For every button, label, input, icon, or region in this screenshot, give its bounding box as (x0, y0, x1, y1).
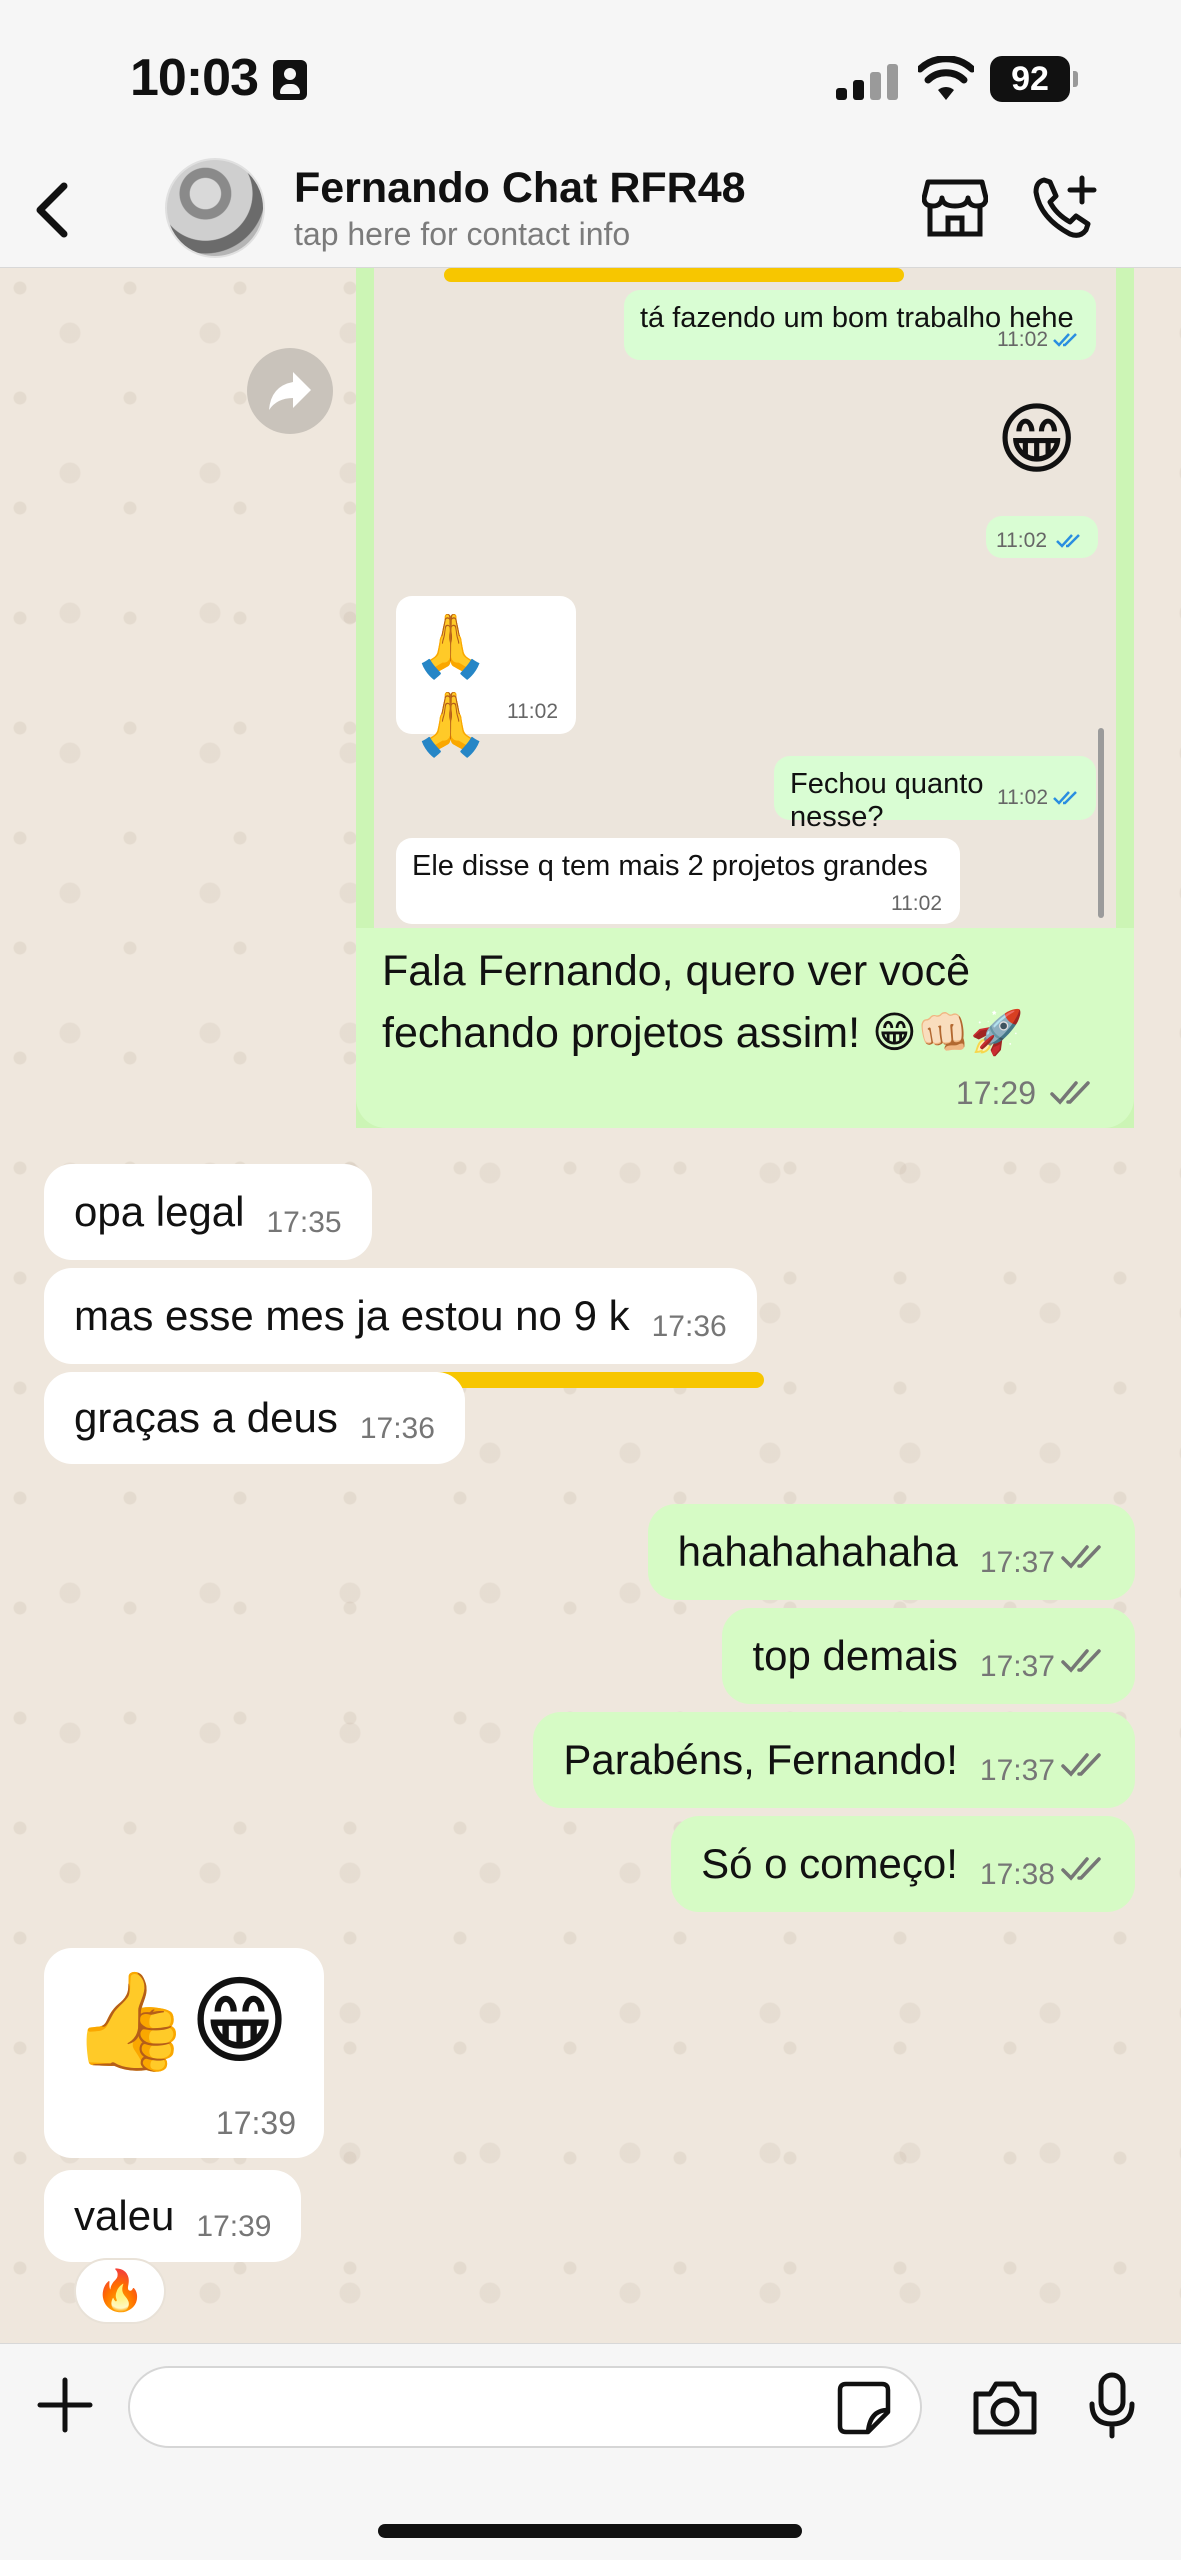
read-ticks-icon (1053, 333, 1077, 347)
message-text: Parabéns, Fernando! (563, 1736, 958, 1783)
quoted-message: Ele disse q tem mais 2 projetos grandes … (396, 838, 960, 924)
quoted-message: 🙏🙏 11:02 (396, 596, 576, 759)
message-bubble-incoming[interactable]: valeu 17:39 (44, 2170, 302, 2262)
message-text: Só o começo! (701, 1840, 958, 1887)
message-time: 17:37 (979, 1754, 1055, 1787)
sticker-icon[interactable] (836, 2380, 892, 2436)
screenshot-content: tá fazendo um bom trabalho hehe 11:02 😁 … (374, 268, 1116, 928)
battery-indicator: 92 (990, 56, 1078, 102)
contact-info-hint[interactable]: tap here for contact info (294, 216, 630, 253)
read-ticks-icon (1061, 1545, 1101, 1569)
chat-area[interactable]: tá fazendo um bom trabalho hehe 11:02 😁 … (0, 268, 1181, 2343)
home-indicator[interactable] (378, 2524, 802, 2538)
scrollbar (1098, 728, 1104, 918)
wifi-icon (918, 56, 974, 100)
quoted-message: tá fazendo um bom trabalho hehe 11:02 (624, 290, 1096, 360)
message-text: graças a deus (74, 1394, 338, 1441)
cellular-signal-icon (836, 60, 900, 100)
chat-header: Fernando Chat RFR48 tap here for contact… (0, 150, 1181, 268)
message-input[interactable] (128, 2366, 922, 2448)
message-bubble-outgoing[interactable]: Parabéns, Fernando! 17:37 (533, 1712, 1135, 1808)
status-time: 10:03 (130, 49, 259, 107)
forward-button[interactable] (247, 348, 333, 434)
quoted-message-time: 11:02 (997, 328, 1048, 351)
contact-name[interactable]: Fernando Chat RFR48 (294, 164, 746, 213)
quoted-message-text: Fechou quanto nesse? (790, 768, 984, 833)
quoted-emoji: 😁 (986, 394, 1098, 494)
quoted-message-text: 🙏🙏 (412, 612, 490, 759)
message-text: top demais (752, 1632, 958, 1679)
microphone-icon[interactable] (1088, 2372, 1136, 2440)
message-bubble-outgoing[interactable]: top demais 17:37 (722, 1608, 1135, 1704)
quoted-message-time: 11:02 (997, 786, 1048, 809)
reaction-badge[interactable]: 🔥 (74, 2258, 166, 2324)
message-bubble-outgoing[interactable]: hahahahahaha 17:37 (647, 1504, 1135, 1600)
phone-plus-icon[interactable] (1030, 174, 1100, 240)
chevron-left-icon[interactable] (28, 180, 78, 240)
message-text: opa legal (74, 1188, 245, 1235)
quoted-message: Fechou quanto nesse? 11:02 (774, 756, 1096, 833)
camera-icon[interactable] (970, 2378, 1040, 2438)
message-emoji: 👍😁 (70, 1968, 290, 2075)
message-text: hahahahahaha (677, 1528, 958, 1575)
read-ticks-icon (1061, 1857, 1101, 1881)
read-ticks-icon (1056, 534, 1080, 548)
read-ticks-icon (1050, 1081, 1090, 1105)
message-bubble-incoming[interactable]: 👍😁 17:39 (44, 1948, 324, 2158)
message-text: valeu (74, 2192, 175, 2239)
message-time: 17:29 (955, 1075, 1036, 1111)
status-bar: 10:03 92 (0, 0, 1181, 150)
avatar[interactable] (165, 158, 265, 258)
message-bubble-incoming[interactable]: opa legal 17:35 (44, 1164, 372, 1260)
read-ticks-icon (1061, 1649, 1101, 1673)
highlight-mark (444, 268, 904, 282)
message-bubble-outgoing[interactable]: Só o começo! 17:38 (671, 1816, 1135, 1912)
quoted-message-time: 11:02 (996, 529, 1047, 552)
quoted-message-time: 11:02 (507, 700, 558, 723)
message-time: 17:36 (651, 1310, 727, 1343)
quoted-message-text: 😁 (996, 395, 1078, 483)
message-time: 17:39 (196, 2210, 272, 2243)
quoted-time-chip: 11:02 (986, 516, 1098, 558)
id-card-icon (273, 60, 307, 100)
read-ticks-icon (1061, 1753, 1101, 1777)
message-time: 17:37 (979, 1650, 1055, 1683)
read-ticks-icon (1053, 791, 1077, 805)
message-time: 17:38 (979, 1858, 1055, 1891)
plus-icon[interactable] (36, 2376, 94, 2434)
message-text: Fala Fernando, quero ver você fechando p… (382, 947, 1024, 1057)
store-icon[interactable] (922, 174, 988, 240)
forward-icon (269, 372, 311, 410)
message-bubble-outgoing[interactable]: Fala Fernando, quero ver você fechando p… (356, 928, 1134, 1128)
message-bubble-incoming[interactable]: graças a deus 17:36 (44, 1372, 465, 1464)
message-text: mas esse mes ja estou no 9 k (74, 1292, 630, 1339)
quoted-message-time: 11:02 (891, 892, 942, 915)
message-time: 17:37 (979, 1546, 1055, 1579)
message-time: 17:39 (215, 2105, 296, 2141)
input-bar (0, 2343, 1181, 2560)
message-bubble-incoming[interactable]: mas esse mes ja estou no 9 k 17:36 (44, 1268, 757, 1364)
quoted-message-text: Ele disse q tem mais 2 projetos grandes (412, 850, 928, 882)
message-time: 17:35 (266, 1206, 342, 1239)
message-time: 17:36 (359, 1412, 435, 1445)
